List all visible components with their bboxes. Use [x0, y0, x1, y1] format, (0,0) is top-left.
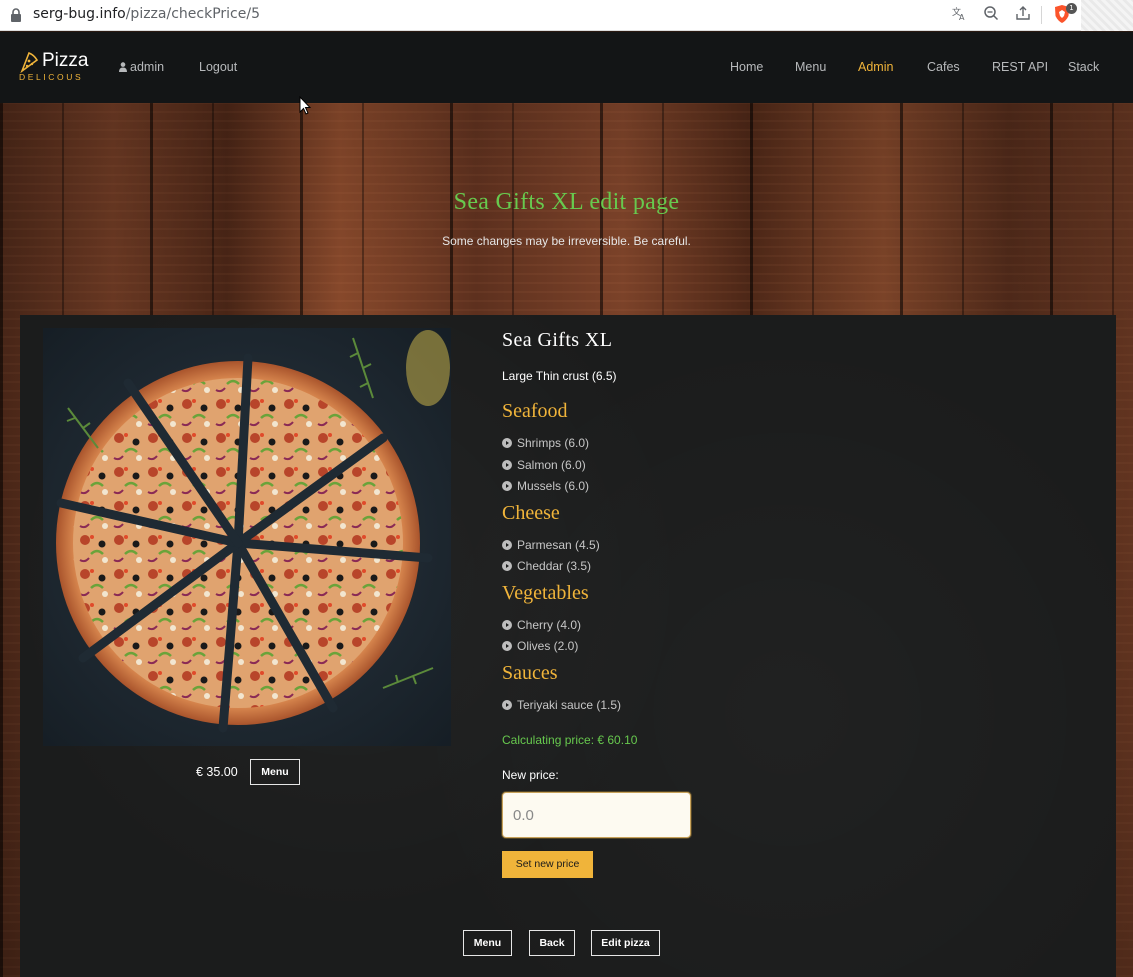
pizza-size: Large Thin crust (6.5) — [502, 369, 617, 383]
logo-subtitle: DELICOUS — [19, 72, 84, 82]
play-circle-icon — [502, 700, 512, 710]
menu-button-small[interactable]: Menu — [250, 759, 300, 785]
ingredient-item: Salmon (6.0) — [502, 458, 586, 472]
zoom-icon[interactable] — [981, 5, 1001, 25]
category-seafood: Seafood — [502, 400, 568, 422]
nav-admin[interactable]: Admin — [858, 60, 893, 74]
ingredient-item: Olives (2.0) — [502, 639, 578, 653]
url-field[interactable]: serg-bug.info/pizza/checkPrice/5 — [33, 6, 260, 22]
lock-icon — [11, 8, 21, 22]
logout-link[interactable]: Logout — [199, 60, 237, 74]
play-circle-icon — [502, 460, 512, 470]
back-button[interactable]: Back — [529, 930, 575, 956]
url-path: /pizza/checkPrice/5 — [125, 6, 260, 22]
site-logo[interactable]: Pizza DELICOUS — [19, 50, 99, 90]
browser-address-bar: serg-bug.info/pizza/checkPrice/5 文A 1 — [0, 0, 1133, 31]
pizza-price: € 35.00 — [196, 765, 238, 779]
pizza-name: Sea Gifts XL — [502, 329, 613, 351]
browser-menu-area — [1081, 0, 1133, 31]
play-circle-icon — [502, 561, 512, 571]
site-navbar: Pizza DELICOUS admin Logout Home Menu Ad… — [0, 32, 1133, 103]
page-subtitle: Some changes may be irreversible. Be car… — [442, 234, 691, 248]
ingredient-item: Shrimps (6.0) — [502, 436, 589, 450]
play-circle-icon — [502, 438, 512, 448]
nav-cafes[interactable]: Cafes — [927, 60, 960, 74]
brave-badge: 1 — [1066, 3, 1077, 14]
nav-rest-api[interactable]: REST API — [992, 60, 1048, 74]
calculating-price: Calculating price: € 60.10 — [502, 733, 638, 747]
mouse-cursor-icon — [299, 96, 311, 115]
translate-icon[interactable]: 文A — [949, 5, 969, 25]
logo-word: Pizza — [42, 50, 89, 71]
pizza-edit-panel: € 35.00 Menu Sea Gifts XL Large Thin cru… — [20, 315, 1116, 977]
share-icon[interactable] — [1013, 5, 1033, 25]
ingredient-item: Teriyaki sauce (1.5) — [502, 698, 621, 712]
user-link[interactable]: admin — [119, 60, 164, 74]
play-circle-icon — [502, 641, 512, 651]
pizza-slice-icon — [20, 51, 39, 73]
set-new-price-button[interactable]: Set new price — [502, 851, 593, 878]
category-cheese: Cheese — [502, 502, 560, 524]
play-circle-icon — [502, 481, 512, 491]
page-title: Sea Gifts XL edit page — [453, 189, 680, 215]
category-sauces: Sauces — [502, 662, 558, 684]
nav-stack[interactable]: Stack — [1068, 60, 1099, 74]
new-price-input[interactable] — [502, 792, 691, 838]
category-vegetables: Vegetables — [502, 582, 589, 604]
ingredient-item: Cherry (4.0) — [502, 618, 581, 632]
play-circle-icon — [502, 620, 512, 630]
ingredient-item: Cheddar (3.5) — [502, 559, 591, 573]
toolbar-divider — [1041, 6, 1042, 24]
edit-pizza-button[interactable]: Edit pizza — [591, 930, 660, 956]
user-icon — [119, 62, 127, 72]
new-price-label: New price: — [502, 768, 559, 782]
user-name: admin — [130, 60, 165, 74]
svg-text:A: A — [959, 13, 965, 21]
ingredient-item: Mussels (6.0) — [502, 479, 589, 493]
nav-home[interactable]: Home — [730, 60, 763, 74]
play-circle-icon — [502, 540, 512, 550]
url-host: serg-bug.info — [33, 6, 126, 22]
menu-button[interactable]: Menu — [463, 930, 512, 956]
pizza-image — [43, 328, 451, 746]
ingredient-item: Parmesan (4.5) — [502, 538, 600, 552]
nav-menu[interactable]: Menu — [795, 60, 826, 74]
